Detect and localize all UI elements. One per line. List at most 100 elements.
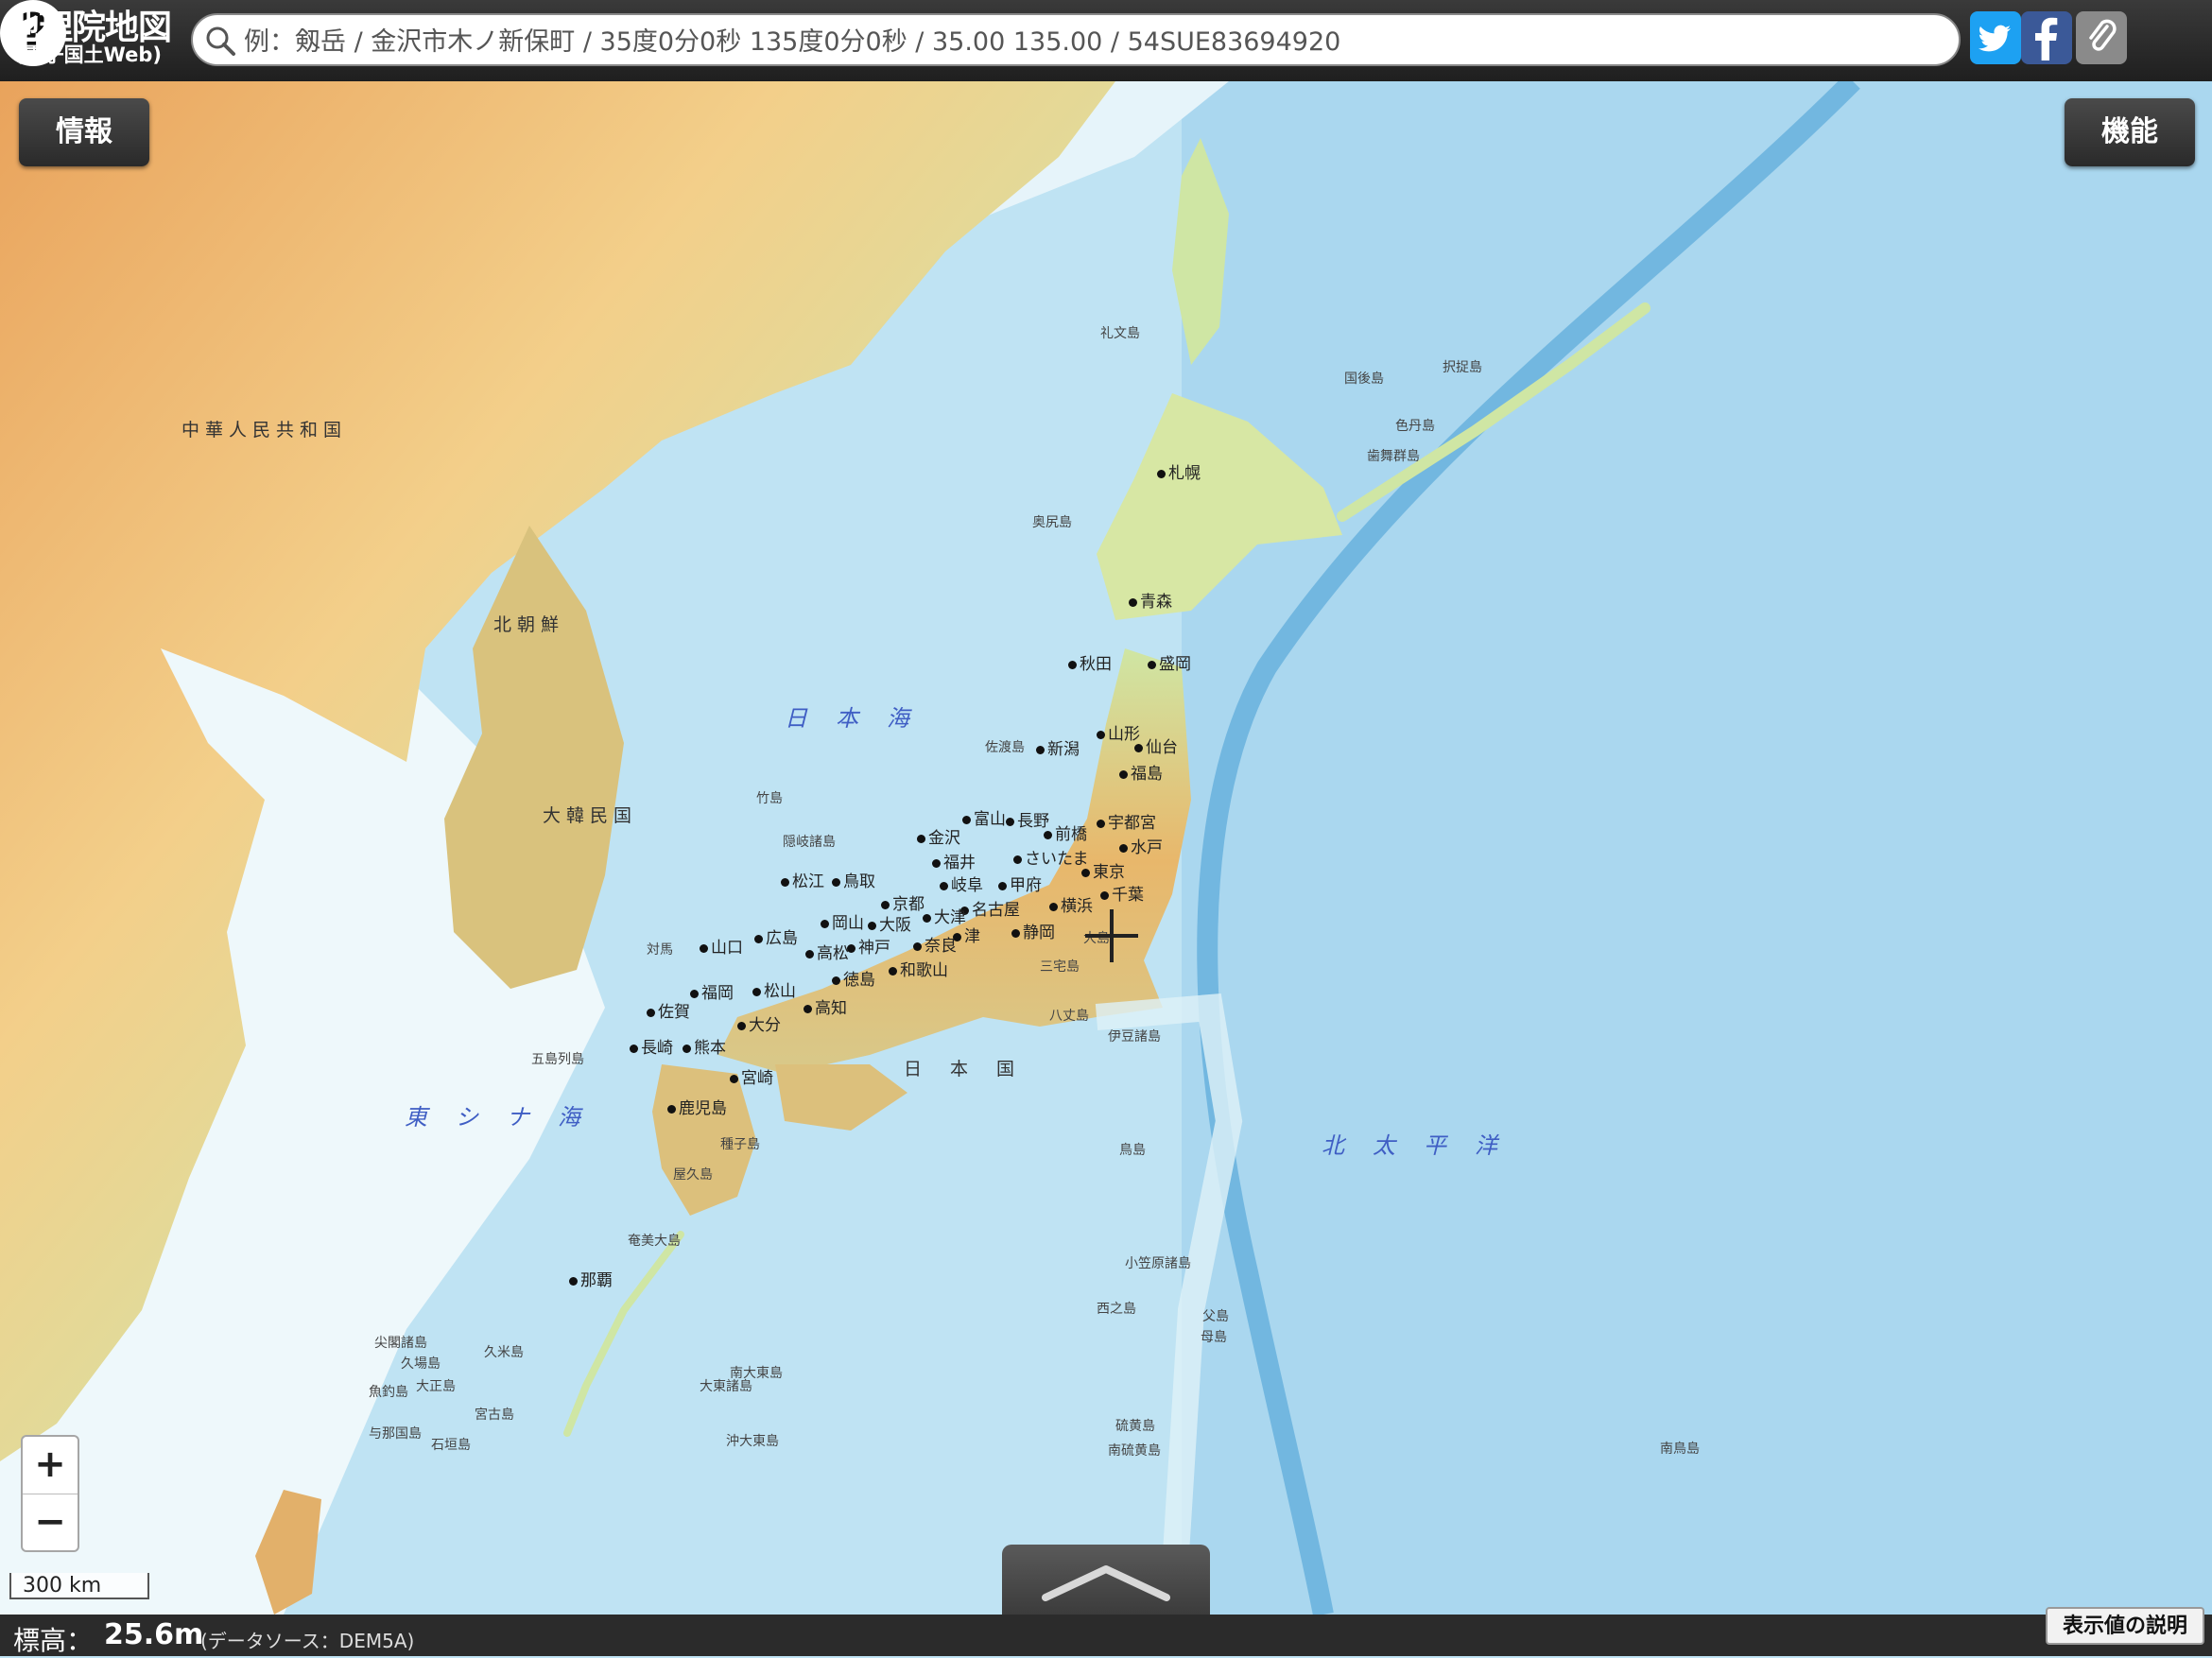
island-label: 三宅島 <box>1040 959 1080 975</box>
city-label: 東京 <box>1081 858 1125 882</box>
zoom-out-button[interactable]: − <box>23 1494 78 1551</box>
city-label: 大阪 <box>868 911 911 935</box>
elevation-source: (データソース：DEM5A) <box>200 1630 415 1652</box>
elevation-value: 25.6m <box>104 1618 204 1651</box>
city-label: 広島 <box>754 924 798 948</box>
island-label: 南硫黄島 <box>1108 1443 1161 1459</box>
island-label: 礼文島 <box>1100 326 1140 341</box>
scale-bar: 300 km <box>9 1573 149 1599</box>
zoom-in-button[interactable]: + <box>23 1437 78 1494</box>
city-label: 和歌山 <box>889 957 948 980</box>
city-label: 宮崎 <box>730 1064 773 1088</box>
city-label: 福井 <box>932 849 976 872</box>
header-bar: 地理院地図 (電子国土Web) ? <box>0 0 2212 81</box>
city-label: 大分 <box>737 1011 781 1035</box>
country-label: 中華人民共和国 <box>181 420 348 440</box>
city-label: 大津 <box>923 904 966 927</box>
island-label: 大島 <box>1083 931 1110 946</box>
city-label: 新潟 <box>1036 735 1080 759</box>
twitter-icon <box>1979 25 2011 52</box>
city-label: 松江 <box>781 868 824 891</box>
island-label: 小笠原諸島 <box>1125 1256 1191 1271</box>
city-label: 鹿児島 <box>667 1095 727 1118</box>
chevron-up-icon <box>1042 1565 1170 1601</box>
city-label: 高知 <box>804 994 847 1018</box>
city-label: 熊本 <box>683 1034 726 1058</box>
city-label: 長野 <box>1006 807 1049 831</box>
city-label: 水戸 <box>1119 834 1163 857</box>
city-label: 甲府 <box>998 872 1042 895</box>
island-label: 択捉島 <box>1443 360 1482 375</box>
city-label: 長崎 <box>630 1034 673 1058</box>
info-button[interactable]: 情報 <box>19 98 149 166</box>
sea-label: 東シナ海 <box>405 1104 609 1131</box>
city-label: 仙台 <box>1134 734 1178 757</box>
city-label: 盛岡 <box>1148 650 1191 674</box>
center-crosshair <box>1110 909 1114 962</box>
city-label: 那覇 <box>569 1267 613 1290</box>
city-label: 富山 <box>962 805 1006 829</box>
island-label: 大正島 <box>416 1379 456 1394</box>
search-box[interactable] <box>191 13 1961 66</box>
city-label: 福島 <box>1119 760 1163 784</box>
island-label: 与那国島 <box>369 1426 422 1442</box>
logo-subtitle: (電子国土Web) <box>15 43 162 66</box>
island-label: 久場島 <box>401 1356 441 1372</box>
island-label: 対馬 <box>647 942 673 958</box>
city-label: 佐賀 <box>647 998 690 1022</box>
island-label: 奄美大島 <box>628 1234 681 1249</box>
city-label: 岡山 <box>821 909 864 933</box>
city-label: 札幌 <box>1157 459 1201 483</box>
city-label: 前橋 <box>1044 820 1087 844</box>
site-logo[interactable]: 地理院地図 (電子国土Web) <box>6 9 172 66</box>
island-label: 五島列島 <box>531 1052 584 1067</box>
country-label: 日本国 <box>904 1059 1044 1079</box>
city-label: さいたま <box>1013 845 1089 869</box>
copy-link-button[interactable] <box>2076 11 2127 64</box>
paperclip-icon <box>2089 19 2117 51</box>
facebook-icon <box>2035 17 2058 60</box>
island-label: 種子島 <box>720 1137 760 1152</box>
terrain-layer <box>0 81 2212 1615</box>
search-icon <box>206 26 235 56</box>
island-label: 大東諸島 <box>700 1379 752 1394</box>
search-input[interactable] <box>242 21 1938 62</box>
island-label: 久米島 <box>484 1345 524 1360</box>
value-explanation-button[interactable]: 表示値の説明 <box>2046 1607 2204 1645</box>
island-label: 西之島 <box>1097 1302 1136 1317</box>
city-label: 奈良 <box>913 932 957 956</box>
city-label: 横浜 <box>1049 892 1093 916</box>
city-label: 徳島 <box>832 966 875 990</box>
island-label: 竹島 <box>756 791 783 806</box>
zoom-control: + − <box>21 1435 79 1552</box>
island-label: 尖閣諸島 <box>374 1336 427 1351</box>
island-label: 色丹島 <box>1395 419 1435 434</box>
city-label: 岐阜 <box>940 872 983 895</box>
island-label: 屋久島 <box>673 1167 713 1183</box>
island-label: 隠岐諸島 <box>783 835 836 850</box>
island-label: 鳥島 <box>1119 1143 1146 1158</box>
island-label: 沖大東島 <box>726 1434 779 1449</box>
functions-button[interactable]: 機能 <box>2065 98 2195 166</box>
city-label: 青森 <box>1129 588 1172 612</box>
island-label: 奥尻島 <box>1032 515 1072 530</box>
city-label: 名古屋 <box>960 896 1020 920</box>
island-label: 母島 <box>1201 1330 1227 1345</box>
sea-label: 日本海 <box>785 705 938 732</box>
twitter-share-button[interactable] <box>1970 11 2021 64</box>
island-label: 南鳥島 <box>1660 1442 1700 1457</box>
island-label: 魚釣島 <box>369 1385 408 1400</box>
expand-panel-button[interactable] <box>1002 1545 1210 1618</box>
city-label: 千葉 <box>1100 881 1144 905</box>
island-label: 宮古島 <box>475 1408 514 1423</box>
logo-title: 地理院地図 <box>6 9 172 47</box>
map-canvas[interactable]: 中華人民共和国 北朝鮮 大韓民国 日本国 日本海 東シナ海 北太平洋 札幌 青森… <box>0 81 2212 1615</box>
city-label: 山口 <box>700 934 743 958</box>
island-label: 国後島 <box>1344 371 1384 387</box>
sea-label: 北太平洋 <box>1322 1132 1526 1159</box>
country-label: 大韓民国 <box>543 805 638 826</box>
city-label: 秋田 <box>1068 650 1112 674</box>
island-label: 八丈島 <box>1049 1009 1089 1024</box>
city-label: 金沢 <box>917 824 960 848</box>
facebook-share-button[interactable] <box>2021 11 2072 64</box>
